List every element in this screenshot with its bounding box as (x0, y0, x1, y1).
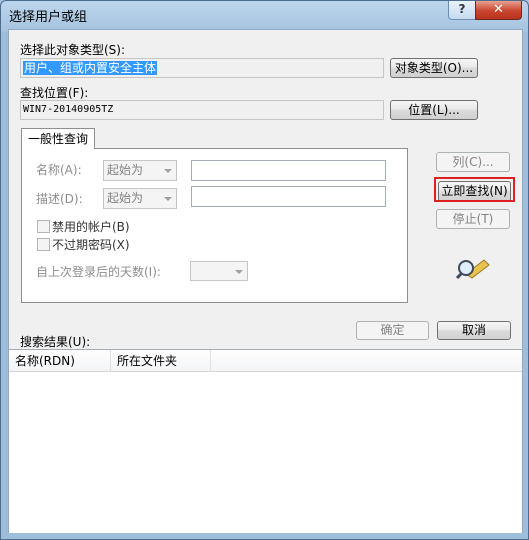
dialog-body: 选择此对象类型(S): 用户、组或内置安全主体 对象类型(O)... 查找位置(… (8, 29, 523, 533)
description-mode-value: 起始为 (107, 191, 144, 205)
title-bar[interactable]: 选择用户或组 ? ✕ (1, 1, 528, 29)
name-input[interactable] (191, 160, 386, 181)
column-header-filler (211, 350, 522, 372)
find-now-highlight (434, 177, 515, 202)
location-field[interactable]: WIN7-20140905TZ (20, 100, 384, 120)
close-button[interactable]: ✕ (475, 1, 522, 20)
cancel-button[interactable]: 取消 (437, 321, 511, 340)
location-button[interactable]: 位置(L)... (390, 100, 478, 120)
description-input[interactable] (191, 186, 386, 207)
columns-button[interactable]: 列(C)... (436, 152, 510, 172)
object-type-button[interactable]: 对象类型(O)... (390, 58, 478, 78)
object-type-label: 选择此对象类型(S): (20, 43, 126, 57)
tab-general-query[interactable]: 一般性查询 (21, 128, 95, 149)
object-type-field[interactable]: 用户、组或内置安全主体 (20, 58, 384, 78)
location-label: 查找位置(F): (20, 86, 89, 100)
help-button[interactable]: ? (448, 1, 476, 20)
window-title: 选择用户或组 (9, 10, 88, 25)
search-icon (456, 259, 490, 280)
name-label: 名称(A): (36, 163, 82, 177)
column-header-name[interactable]: 名称(RDN) (9, 350, 111, 372)
non-expiring-password-checkbox[interactable] (37, 238, 50, 251)
chevron-down-icon (164, 197, 172, 201)
chevron-down-icon (164, 169, 172, 173)
description-label: 描述(D): (36, 192, 83, 206)
search-results-label: 搜索结果(U): (20, 335, 91, 349)
disabled-accounts-label: 禁用的帐户(B) (52, 220, 130, 234)
stop-button[interactable]: 停止(T) (436, 209, 510, 229)
days-since-logon-select[interactable] (190, 261, 248, 281)
ok-button[interactable]: 确定 (356, 321, 429, 340)
search-results-list[interactable]: 名称(RDN) 所在文件夹 (9, 349, 522, 533)
column-header-folder[interactable]: 所在文件夹 (111, 350, 211, 372)
non-expiring-password-label: 不过期密码(X) (52, 238, 130, 252)
chevron-down-icon (235, 270, 243, 274)
query-panel: 名称(A): 起始为 描述(D): 起始为 禁用的帐户(B) 不过期密码(X) … (21, 148, 408, 303)
object-type-value: 用户、组或内置安全主体 (23, 61, 158, 75)
days-since-logon-label: 自上次登录后的天数(I): (36, 265, 161, 279)
dialog-window: 选择用户或组 ? ✕ 选择此对象类型(S): 用户、组或内置安全主体 对象类型(… (0, 0, 529, 540)
name-mode-select[interactable]: 起始为 (103, 160, 177, 181)
close-icon: ✕ (493, 2, 504, 17)
disabled-accounts-checkbox[interactable] (37, 220, 50, 233)
description-mode-select[interactable]: 起始为 (103, 188, 177, 209)
name-mode-value: 起始为 (107, 163, 144, 177)
